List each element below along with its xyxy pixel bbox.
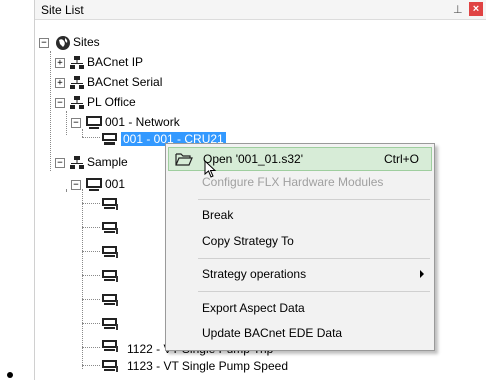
menu-label: Copy Strategy To <box>202 234 294 248</box>
tree-connector <box>82 227 100 228</box>
tree-connector <box>66 189 67 191</box>
tree-connector <box>82 203 100 204</box>
submenu-arrow-icon <box>420 270 424 278</box>
tree-connector <box>82 129 83 137</box>
collapse-icon[interactable]: − <box>55 158 65 168</box>
collapse-icon[interactable]: − <box>39 38 49 48</box>
tree-connector <box>82 347 100 348</box>
menu-separator <box>198 258 430 259</box>
menu-item-strategy-operations[interactable]: Strategy operations <box>168 263 430 285</box>
tree-label: Sample <box>87 155 128 169</box>
tree-connector <box>50 51 51 171</box>
network-icon <box>70 76 84 89</box>
tree-label: PL Office <box>87 95 136 109</box>
tree-label: 1123 - VT Single Pump Speed <box>127 359 288 373</box>
tree-label: BACnet Serial <box>87 75 163 89</box>
controller-icon <box>102 340 118 352</box>
open-folder-icon <box>175 153 193 166</box>
menu-item-configure-flx[interactable]: Configure FLX Hardware Modules <box>168 171 430 193</box>
panel-titlebar: Site List ⊥ × <box>35 0 486 20</box>
tree-connector <box>66 111 67 135</box>
menu-label: Update BACnet EDE Data <box>202 326 343 340</box>
menu-label: Configure FLX Hardware Modules <box>202 175 384 189</box>
network-icon <box>70 156 84 169</box>
menu-item-update-bacnet-ede[interactable]: Update BACnet EDE Data <box>168 322 430 344</box>
expand-icon[interactable]: + <box>55 58 65 68</box>
menu-separator <box>198 199 430 200</box>
pin-icon[interactable]: ⊥ <box>453 3 463 16</box>
menu-item-break[interactable]: Break <box>168 204 430 226</box>
tree-connector <box>82 365 100 366</box>
tree-label: Sites <box>73 35 100 49</box>
collapse-icon[interactable]: − <box>71 180 81 190</box>
controller-icon <box>102 360 118 372</box>
menu-shortcut: Ctrl+O <box>383 152 419 166</box>
controller-icon <box>102 246 118 258</box>
globe-icon <box>56 36 70 50</box>
tree-connector <box>82 275 100 276</box>
network-icon <box>70 56 84 69</box>
tree-connector <box>82 323 100 324</box>
controller-icon <box>102 133 117 145</box>
bullet-dot <box>7 372 13 378</box>
menu-label: Break <box>202 208 234 222</box>
tree-connector <box>82 299 100 300</box>
menu-item-copy-strategy[interactable]: Copy Strategy To <box>168 230 430 252</box>
tree-label: BACnet IP <box>87 55 144 69</box>
controller-icon <box>102 318 118 330</box>
controller-icon <box>102 222 118 234</box>
controller-icon <box>102 294 118 306</box>
menu-item-export-aspect[interactable]: Export Aspect Data <box>168 297 430 319</box>
panel-title: Site List <box>41 3 84 17</box>
tree-connector <box>82 189 83 369</box>
network-icon <box>70 96 84 109</box>
menu-label: Export Aspect Data <box>202 301 305 315</box>
expand-icon[interactable]: + <box>55 78 65 88</box>
tree-label: 001 <box>105 177 126 191</box>
context-menu: Open '001_01.s32' Ctrl+O Configure FLX H… <box>165 143 435 351</box>
tree-connector <box>82 251 100 252</box>
tree-label: 001 - Network <box>105 115 180 129</box>
monitor-icon <box>86 178 102 191</box>
close-icon[interactable]: × <box>469 2 483 16</box>
controller-icon <box>102 198 118 210</box>
controller-icon <box>102 270 118 282</box>
tree-connector <box>82 137 100 138</box>
monitor-icon <box>86 116 102 129</box>
menu-label: Strategy operations <box>202 267 307 281</box>
menu-separator <box>198 291 430 292</box>
collapse-icon[interactable]: − <box>55 98 65 108</box>
collapse-icon[interactable]: − <box>71 118 81 128</box>
